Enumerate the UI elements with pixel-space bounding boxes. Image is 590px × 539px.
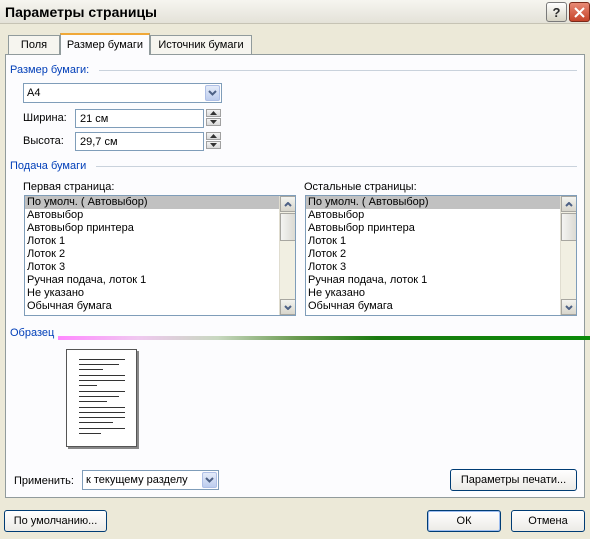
height-label: Высота: — [23, 135, 64, 147]
height-spinner[interactable] — [206, 132, 221, 149]
width-spinner[interactable] — [206, 109, 221, 126]
chevron-down-icon — [284, 304, 292, 310]
scroll-down-button[interactable] — [280, 299, 295, 315]
spin-up-button[interactable] — [206, 109, 221, 117]
preview-line — [79, 380, 125, 381]
preview-line — [79, 428, 125, 429]
list-item[interactable]: Лоток 1 — [25, 235, 279, 248]
paper-size-header: Размер бумаги: — [10, 64, 90, 76]
paper-size-select[interactable]: A4 — [23, 83, 222, 103]
width-value: 21 см — [80, 112, 109, 125]
height-value: 29,7 см — [80, 135, 118, 148]
divider — [96, 166, 577, 167]
arrow-up-icon — [210, 134, 217, 138]
preview-line — [79, 407, 125, 408]
scroll-thumb[interactable] — [561, 213, 576, 241]
list-item[interactable]: По умолч. ( Автовыбор) — [306, 196, 560, 209]
other-pages-list[interactable]: По умолч. ( Автовыбор) Автовыбор Автовыбор… — [305, 195, 577, 316]
first-page-list[interactable]: По умолч. ( Автовыбор) Автовыбор Автовыбор… — [24, 195, 296, 316]
list-item[interactable]: Не указано — [306, 287, 560, 300]
preview-line — [79, 375, 125, 376]
arrow-down-icon — [210, 120, 217, 124]
paper-feed-header: Подача бумаги — [10, 160, 87, 172]
list-item[interactable]: Лоток 2 — [306, 248, 560, 261]
paper-size-value: A4 — [27, 87, 41, 99]
preview-line — [79, 433, 101, 434]
scroll-down-button[interactable] — [561, 299, 576, 315]
dropdown-button[interactable] — [205, 85, 220, 101]
list-item[interactable]: Лоток 3 — [306, 261, 560, 274]
preview-line — [79, 391, 125, 392]
chevron-down-icon — [565, 304, 573, 310]
preview-line — [79, 401, 107, 402]
list-items: По умолч. ( Автовыбор) Автовыбор Автовыбор… — [306, 196, 560, 315]
preview-line — [79, 369, 103, 370]
height-input[interactable]: 29,7 см — [75, 132, 204, 151]
list-item[interactable]: Автовыбор — [25, 209, 279, 222]
first-page-label: Первая страница: — [23, 181, 115, 193]
list-item[interactable]: Автовыбор принтера — [306, 222, 560, 235]
arrow-down-icon — [210, 143, 217, 147]
list-item[interactable]: Обычная бумага — [306, 300, 560, 313]
apply-label: Применить: — [14, 475, 74, 487]
apply-value: к текущему разделу — [86, 474, 188, 486]
list-item[interactable]: Лоток 3 — [25, 261, 279, 274]
preview-line — [79, 412, 125, 413]
print-options-button[interactable]: Параметры печати... — [450, 469, 577, 491]
spin-down-button[interactable] — [206, 141, 221, 149]
list-items: По умолч. ( Автовыбор) Автовыбор Автовыбор… — [25, 196, 279, 315]
button-label: Параметры печати... — [460, 474, 567, 486]
panel-content: Размер бумаги: A4 Ширина: 21 см Высота: … — [0, 0, 590, 539]
page-preview — [66, 349, 137, 447]
preview-gradient-divider — [58, 336, 590, 340]
scroll-up-button[interactable] — [280, 196, 295, 212]
preview-line — [79, 364, 119, 365]
preview-header: Образец — [10, 327, 55, 339]
list-item[interactable]: По умолч. ( Автовыбор) — [25, 196, 279, 209]
page-setup-dialog: Параметры страницы ? Поля Размер бумаги … — [0, 0, 590, 539]
width-label: Ширина: — [23, 112, 67, 124]
list-item[interactable]: Лоток 2 — [25, 248, 279, 261]
list-item[interactable]: Обычная бумага — [25, 300, 279, 313]
chevron-down-icon — [205, 477, 214, 483]
preview-line — [79, 385, 97, 386]
list-item[interactable]: Автовыбор — [306, 209, 560, 222]
list-item[interactable]: Автовыбор принтера — [25, 222, 279, 235]
arrow-up-icon — [210, 111, 217, 115]
chevron-up-icon — [284, 201, 292, 207]
scrollbar[interactable] — [560, 196, 576, 315]
divider — [99, 70, 577, 71]
chevron-down-icon — [208, 90, 217, 96]
scroll-up-button[interactable] — [561, 196, 576, 212]
chevron-up-icon — [565, 201, 573, 207]
list-item[interactable]: Лоток 1 — [306, 235, 560, 248]
other-pages-label: Остальные страницы: — [304, 181, 417, 193]
spin-down-button[interactable] — [206, 118, 221, 126]
preview-line — [79, 422, 113, 423]
spin-up-button[interactable] — [206, 132, 221, 140]
scroll-thumb[interactable] — [280, 213, 295, 241]
scrollbar[interactable] — [279, 196, 295, 315]
dropdown-button[interactable] — [202, 472, 217, 488]
list-item[interactable]: Ручная подача, лоток 1 — [25, 274, 279, 287]
preview-line — [79, 359, 125, 360]
list-item[interactable]: Не указано — [25, 287, 279, 300]
apply-select[interactable]: к текущему разделу — [82, 470, 219, 490]
list-item[interactable]: Ручная подача, лоток 1 — [306, 274, 560, 287]
width-input[interactable]: 21 см — [75, 109, 204, 128]
preview-line — [79, 396, 119, 397]
preview-line — [79, 417, 125, 418]
